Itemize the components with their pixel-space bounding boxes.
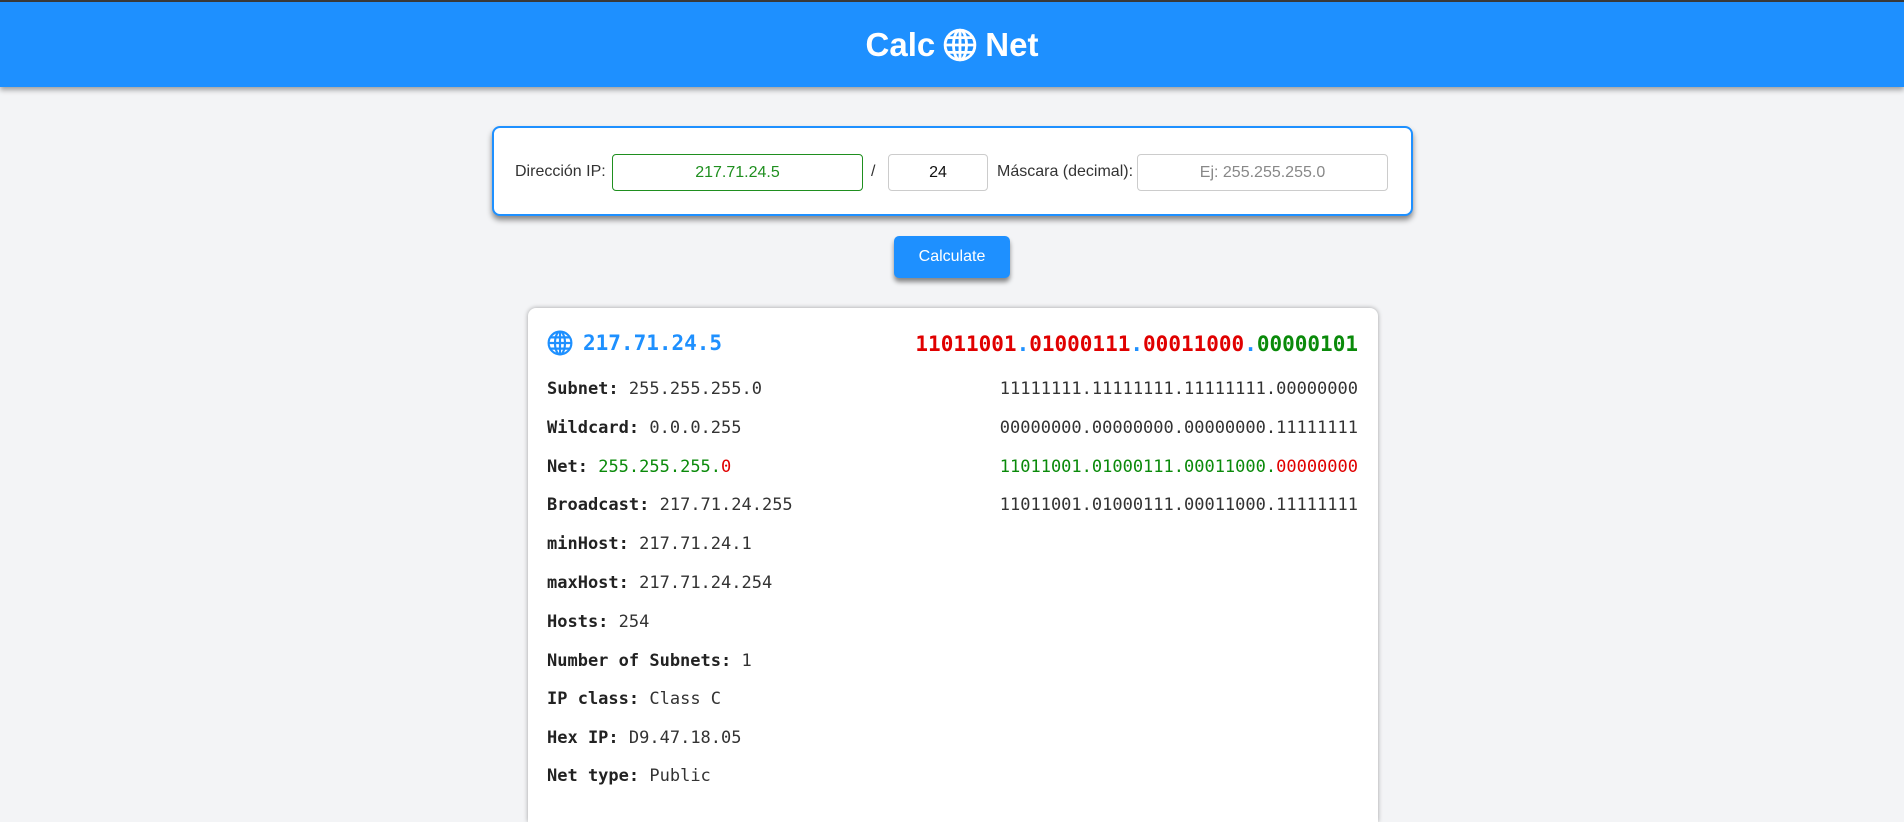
subnet-value: 255.255.255.0 [628,379,762,399]
prefix-length-input[interactable] [888,154,988,191]
ip-class-label: IP class: [547,689,640,709]
minhost-value: 217.71.24.1 [639,534,752,554]
ip-binary-dot: . [1130,332,1144,356]
wildcard-binary: 00000000.00000000.00000000.11111111 [999,418,1358,438]
mask-decimal-label: Máscara (decimal): [997,163,1134,180]
broadcast-binary: 11011001.01000111.00011000.11111111 [999,495,1358,515]
net-value-network: 255.255.255. [598,457,722,477]
ip-input-form: Dirección IP: / Máscara (decimal): [492,126,1413,216]
ip-address-label: Dirección IP: [515,163,606,180]
net-binary: 11011001.01000111.00011000.00000000 [1000,457,1358,477]
wildcard-label: Wildcard: [547,418,640,438]
broadcast-row: Broadcast: 217.71.24.255 [547,495,793,515]
mask-decimal-input[interactable] [1137,154,1388,191]
hosts-value: 254 [618,612,650,632]
result-ip-binary: 11011001.01000111.00011000.00000101 [915,332,1358,356]
hex-ip-value: D9.47.18.05 [628,728,742,748]
wildcard-value: 0.0.0.255 [649,418,742,438]
result-ip: 217.71.24.5 [583,331,723,355]
broadcast-label: Broadcast: [547,495,650,515]
calculate-button[interactable]: Calculate [894,236,1010,278]
hex-ip-label: Hex IP: [547,728,619,748]
ip-binary-dot: . [1016,332,1030,356]
results-card: 217.71.24.5 11011001.01000111.00011000.0… [528,308,1378,822]
subnet-binary: 11111111.11111111.11111111.00000000 [999,379,1358,399]
net-type-label: Net type: [547,766,640,786]
net-type-value: Public [649,766,711,786]
broadcast-value: 217.71.24.255 [659,495,793,515]
app-title-left: Calc [865,25,936,63]
minhost-label: minHost: [547,534,629,554]
ip-binary-octet-3: 00011000 [1143,332,1245,356]
subnets-value: 1 [741,651,752,671]
maxhost-value: 217.71.24.254 [639,573,773,593]
wildcard-row: Wildcard: 0.0.0.255 [547,418,742,438]
hosts-row: Hosts: 254 [547,612,649,632]
subnets-label: Number of Subnets: [547,651,732,671]
net-type-row: Net type: Public [547,766,711,786]
maxhost-label: maxHost: [547,573,629,593]
app-title: Calc Net [866,26,1039,64]
subnet-row: Subnet: 255.255.255.0 [547,379,762,399]
ip-class-value: Class C [649,689,722,709]
net-binary-host: 00000000 [1276,457,1358,477]
globe-icon [943,28,977,62]
result-ip-heading: 217.71.24.5 [547,330,722,356]
app-title-right: Net [985,25,1039,63]
app-header: Calc Net [0,2,1904,87]
net-binary-network: 11011001.01000111.00011000. [999,457,1277,477]
hex-ip-row: Hex IP: D9.47.18.05 [547,728,742,748]
ip-binary-octet-2: 01000111 [1029,332,1131,356]
globe-icon [547,330,573,356]
maxhost-row: maxHost: 217.71.24.254 [547,573,772,593]
ip-binary-dot: . [1244,332,1257,356]
subnets-row: Number of Subnets: 1 [547,651,752,671]
minhost-row: minHost: 217.71.24.1 [547,534,752,554]
ip-class-row: IP class: Class C [547,689,721,709]
subnet-label: Subnet: [547,379,619,399]
net-label: Net: [547,457,588,477]
net-row: Net: 255.255.255.0 [547,457,731,477]
ip-address-input[interactable] [612,154,863,191]
hosts-label: Hosts: [547,612,609,632]
ip-binary-octet-4: 00000101 [1256,332,1358,356]
ip-binary-octet-1: 11011001 [915,332,1017,356]
prefix-slash: / [871,163,876,180]
net-value-host: 0 [721,457,732,477]
